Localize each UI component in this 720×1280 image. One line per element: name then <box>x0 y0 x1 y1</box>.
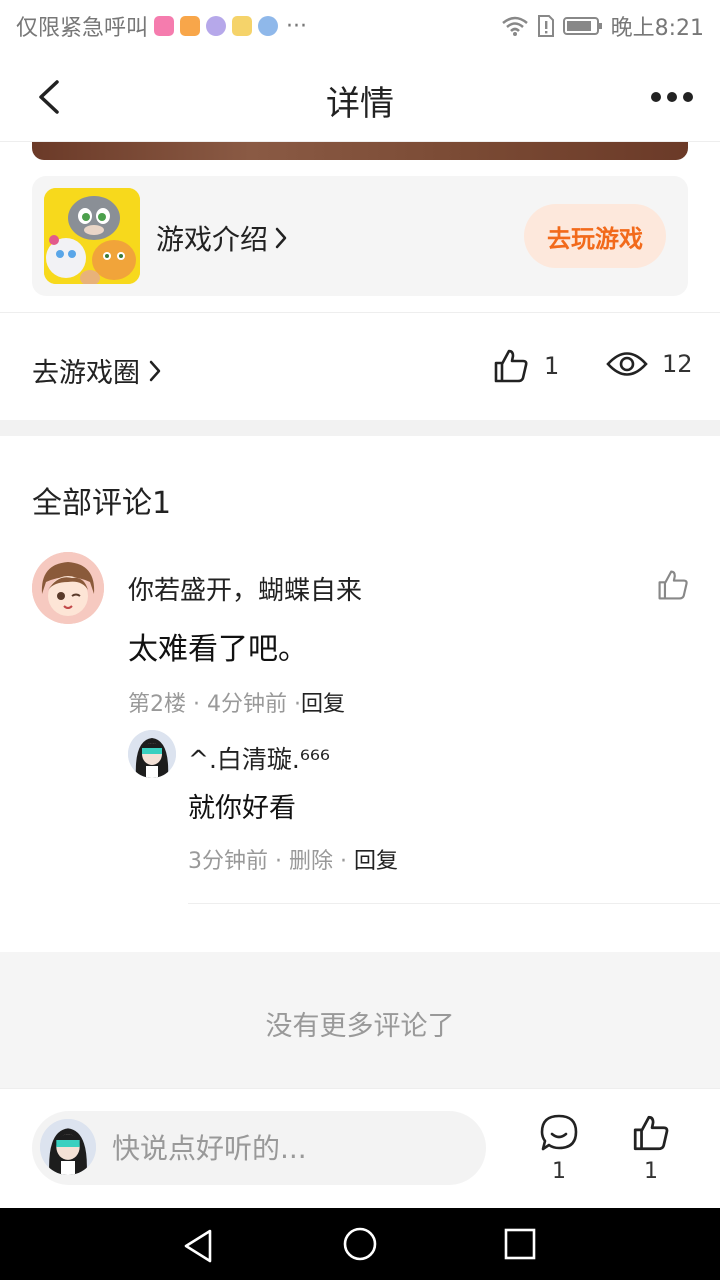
comment-time: 4分钟前 <box>207 692 287 717</box>
app-notification-icon <box>154 16 175 36</box>
sim-alert-icon <box>537 15 554 37</box>
page-title: 详情 <box>326 84 394 124</box>
nav-home-button[interactable] <box>342 1226 378 1266</box>
battery-icon <box>562 17 602 35</box>
more-options-button[interactable] <box>644 72 700 122</box>
game-intro-link[interactable]: 游戏介绍 <box>156 218 288 258</box>
game-circle-row: 去游戏圈 1 12 <box>0 312 720 420</box>
comments-title: 全部评论1 <box>32 486 172 521</box>
dark-hair-avatar-icon <box>128 730 176 778</box>
game-intro-label: 游戏介绍 <box>156 223 269 256</box>
game-icon[interactable] <box>44 188 140 284</box>
wifi-icon <box>501 16 528 36</box>
carrier-text: 仅限紧急呼叫 <box>16 16 149 41</box>
comment-count: 1 <box>552 1159 566 1184</box>
anime-girl-avatar-icon <box>32 552 104 624</box>
status-bar: 仅限紧急呼叫 ··· 晚上8:21 <box>0 0 720 50</box>
reply-time: 3分钟前 <box>188 849 268 874</box>
comment-username[interactable]: 你若盛开，蝴蝶自来 <box>128 570 362 607</box>
comment-floor: 第2楼 <box>128 692 186 717</box>
dark-hair-avatar-icon <box>40 1119 96 1175</box>
nav-recent-apps-button[interactable] <box>502 1226 538 1266</box>
reply-username[interactable]: ^.白清璇.⁶⁶⁶ <box>188 740 330 776</box>
comment-meta: 第2楼 · 4分钟前 ·回复 <box>128 692 346 717</box>
more-dots-icon <box>651 92 693 102</box>
talking-tom-game-icon <box>44 188 140 284</box>
comment-text: 太难看了吧。 <box>128 632 308 667</box>
section-divider <box>0 420 720 436</box>
bottom-input-bar: 1 1 <box>0 1088 720 1208</box>
divider <box>188 903 720 904</box>
comment-like-button[interactable] <box>656 568 690 606</box>
reply-text: 就你好看 <box>188 793 296 824</box>
avatar[interactable] <box>32 552 104 624</box>
go-to-game-circle-link[interactable]: 去游戏圈 <box>32 351 162 390</box>
square-recent-icon <box>504 1228 536 1260</box>
reply-reply-button[interactable]: 回复 <box>354 849 398 874</box>
go-circle-label: 去游戏圈 <box>32 358 140 389</box>
header: 详情 <box>0 50 720 142</box>
system-nav-bar <box>0 1208 720 1280</box>
music-app-icon <box>206 16 227 36</box>
chevron-right-icon <box>149 360 161 381</box>
reply-meta: 3分钟前 · 删除 · 回复 <box>188 849 399 874</box>
like-count: 1 <box>544 352 560 380</box>
status-left: 仅限紧急呼叫 ··· <box>16 10 307 42</box>
triangle-back-icon <box>184 1229 212 1263</box>
comments-button[interactable]: 1 <box>536 1113 582 1184</box>
view-count: 12 <box>662 350 693 378</box>
view-stat: 12 <box>606 347 693 381</box>
eye-icon <box>606 352 648 376</box>
thumbs-up-icon <box>658 570 688 600</box>
gallery-app-icon <box>232 16 253 36</box>
no-more-comments: 没有更多评论了 <box>0 952 720 1088</box>
comment-input-container[interactable] <box>32 1111 486 1185</box>
circle-home-icon <box>343 1227 377 1261</box>
game-card[interactable]: 游戏介绍 去玩游戏 <box>32 176 688 296</box>
overflow-indicator: ··· <box>286 13 307 39</box>
chevron-right-icon <box>275 227 287 249</box>
browser-app-icon <box>258 16 279 36</box>
play-game-button[interactable]: 去玩游戏 <box>524 204 666 268</box>
thumbs-up-icon <box>494 349 528 383</box>
status-time: 晚上8:21 <box>610 16 704 41</box>
thumbs-up-icon <box>633 1115 669 1151</box>
post-image[interactable] <box>32 142 688 160</box>
like-button[interactable]: 1 <box>628 1113 674 1184</box>
avatar[interactable] <box>128 730 176 778</box>
reply-delete-button[interactable]: 删除 <box>289 849 333 874</box>
nav-back-button[interactable] <box>178 1226 218 1270</box>
status-right: 晚上8:21 <box>501 10 704 42</box>
like-count: 1 <box>644 1159 658 1184</box>
like-button[interactable]: 1 <box>492 347 559 385</box>
avatar <box>40 1119 96 1175</box>
comment-input[interactable] <box>110 1111 470 1185</box>
video-app-icon <box>180 16 201 36</box>
comment-reply-button[interactable]: 回复 <box>301 692 345 717</box>
comment-bubble-icon <box>540 1114 578 1151</box>
